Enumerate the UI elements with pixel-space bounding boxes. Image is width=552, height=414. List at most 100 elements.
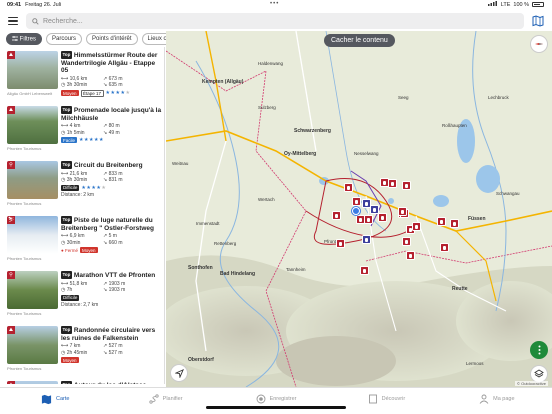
tab-decouvrir[interactable]: Découvrir [331,388,441,414]
duration-text: 30min [66,239,81,246]
map-label-rettenberg: Rettenberg [214,241,237,246]
ascent-text: 527 m [108,343,123,349]
duration-text: 7h [66,287,73,293]
list-item[interactable]: ⛰ Pfronten Tourismus Top Promenade locale j… [0,102,164,157]
item-title-text: Promenade locale jusqu'à la Milchhäusle [61,107,162,122]
map-pin[interactable] [364,215,373,224]
filters-button[interactable]: Filtres [6,33,43,45]
item-meta: Moyen Étape 17 ★★★★★ [61,89,163,97]
hide-content-button[interactable]: Cacher le contenu [324,34,395,47]
search-icon [32,17,39,25]
ascent-text: 5 m [108,233,117,239]
multitasking-dots-icon[interactable]: ••• [270,1,279,7]
item-title[interactable]: TopAutour du lac d'Alatsee [61,381,163,384]
map-pin[interactable] [356,215,365,224]
tab-ma-page[interactable]: Ma page [442,388,552,414]
search-input[interactable]: Recherche... [26,13,524,29]
ascent-text: 673 m [108,75,123,82]
list-item[interactable]: ⛰ TopAutour du lac d'Alatsee [0,377,164,384]
top-badge: Top [61,161,72,169]
map-icon [41,394,52,404]
map-pin[interactable] [440,243,449,252]
map-pin[interactable] [362,235,371,244]
map-pin[interactable] [344,183,353,192]
item-title-text: Marathon VTT de Pfronten [73,272,156,279]
map-pin[interactable] [437,217,446,226]
item-meta: Difficile [61,294,163,301]
item-meta: Difficile ★★★★★ [61,184,163,191]
home-indicator[interactable] [206,406,346,409]
map-view-icon[interactable] [532,15,544,27]
descent-text: 1903 m [108,287,126,293]
map-pin[interactable] [352,197,361,206]
item-title[interactable]: Top Circuit du Breitenberg [61,161,163,170]
item-thumbnail: ⛰ [7,326,58,364]
map-pin[interactable] [378,213,387,222]
photo-credit: Pfronten Tourismus [7,311,42,316]
item-title[interactable]: Top Piste de luge naturelle du Breitenber… [61,216,163,232]
descent-text: 527 m [108,349,123,356]
tab-enregistrer[interactable]: Enregistrer [221,388,331,414]
filter-bar: Filtres Parcours Points d'intérêt Lieux … [6,33,181,45]
tab-planifier[interactable]: Planifier [110,388,220,414]
compass-icon[interactable] [530,35,548,53]
book-icon [368,394,377,404]
sled-icon: ⛷ [7,216,15,224]
map-pin[interactable] [402,237,411,246]
item-stats: ⟷ 51,8 km ↗ 1903 m ◷ 7h ↘ 1903 m [61,281,163,294]
locate-me-icon[interactable] [170,364,188,382]
list-item[interactable]: ⛷ Pfronten Tourismus Top Piste de luge natu… [0,212,164,267]
map-label-weitnau: Weitnau [172,161,189,166]
item-thumbnail: ⚲ [7,161,58,199]
item-title[interactable]: Top Promenade locale jusqu'à la Milchhäus… [61,106,163,122]
map-view[interactable]: Kempten (Allgäu) Schwarzenberg Oy-Mittel… [166,31,552,387]
item-meta: Moyen [61,357,163,363]
map-pin[interactable] [360,266,369,275]
map-pin[interactable] [450,219,459,228]
more-options-icon[interactable] [530,341,548,359]
map-pin[interactable] [398,207,407,216]
filter-chip-parcours[interactable]: Parcours [46,33,83,45]
map-label-lermoos: Lermoos [466,361,484,366]
top-badge: Top [61,381,72,384]
list-item[interactable]: ⚲ Pfronten Tourismus Top Marathon VTT de Pf… [0,267,164,322]
photo-credit: Pfronten Tourismus [7,256,42,261]
hiking-icon: ⛰ [7,51,15,59]
status-closed: ● Fermé [61,247,78,253]
item-title[interactable]: Top Randonnée circulaire vers les ruines … [61,326,163,342]
item-title[interactable]: Top Marathon VTT de Pfronten [61,271,163,280]
menu-icon[interactable] [8,15,18,26]
tab-carte[interactable]: Carte [0,388,110,414]
map-pin[interactable] [336,239,345,248]
distance-icon: ⟷ [61,123,70,129]
map-pin[interactable] [406,251,415,260]
distance-from-here: Distance: 2 km [61,191,95,198]
map-pin[interactable] [332,211,341,220]
descent-value: ↘ 635 m [103,82,145,88]
descent-text: 635 m [108,82,123,88]
tab-label-decouvrir: Découvrir [381,396,406,402]
list-item[interactable]: ⛰ Pfronten Tourismus Top Randonnée circulai… [0,322,164,377]
filter-chip-points-interet[interactable]: Points d'intérêt [86,33,138,45]
list-item[interactable]: ⛰ Allgäu GmbH Lebenswelt Top Himmelsstürmer… [0,47,164,102]
rating-stars: ★★★★★ [105,90,131,96]
distance-text: 7 km [69,343,81,349]
map-label-tannheim: Tannheim [286,267,306,272]
item-info: Top Circuit du Breitenberg ⟷ 21,6 km ↗ 833 … [61,161,163,198]
status-time: 09:41 [7,2,22,8]
tab-label-planifier: Planifier [162,396,183,402]
map-attribution[interactable]: © Outdooractive [515,381,548,386]
distance-icon: ⟷ [61,170,70,177]
list-item[interactable]: ⚲ Pfronten Tourismus Top Circuit du Breiten… [0,157,164,212]
map-pin[interactable] [402,181,411,190]
map-pin[interactable] [388,179,397,188]
map-pin[interactable] [412,222,421,231]
status-indicators: LTE 100 % [487,1,544,8]
ascent-text: 80 m [108,123,120,129]
person-icon [479,394,489,404]
route-icon [149,394,159,404]
map-label-badhindelang: Bad Hindelang [220,271,256,277]
item-title[interactable]: Top Himmelsstürmer Route der Wandertrilog… [61,51,163,75]
item-thumbnail: ⛷ [7,216,58,254]
distance-value: ⟷ 10,6 km [61,76,103,82]
